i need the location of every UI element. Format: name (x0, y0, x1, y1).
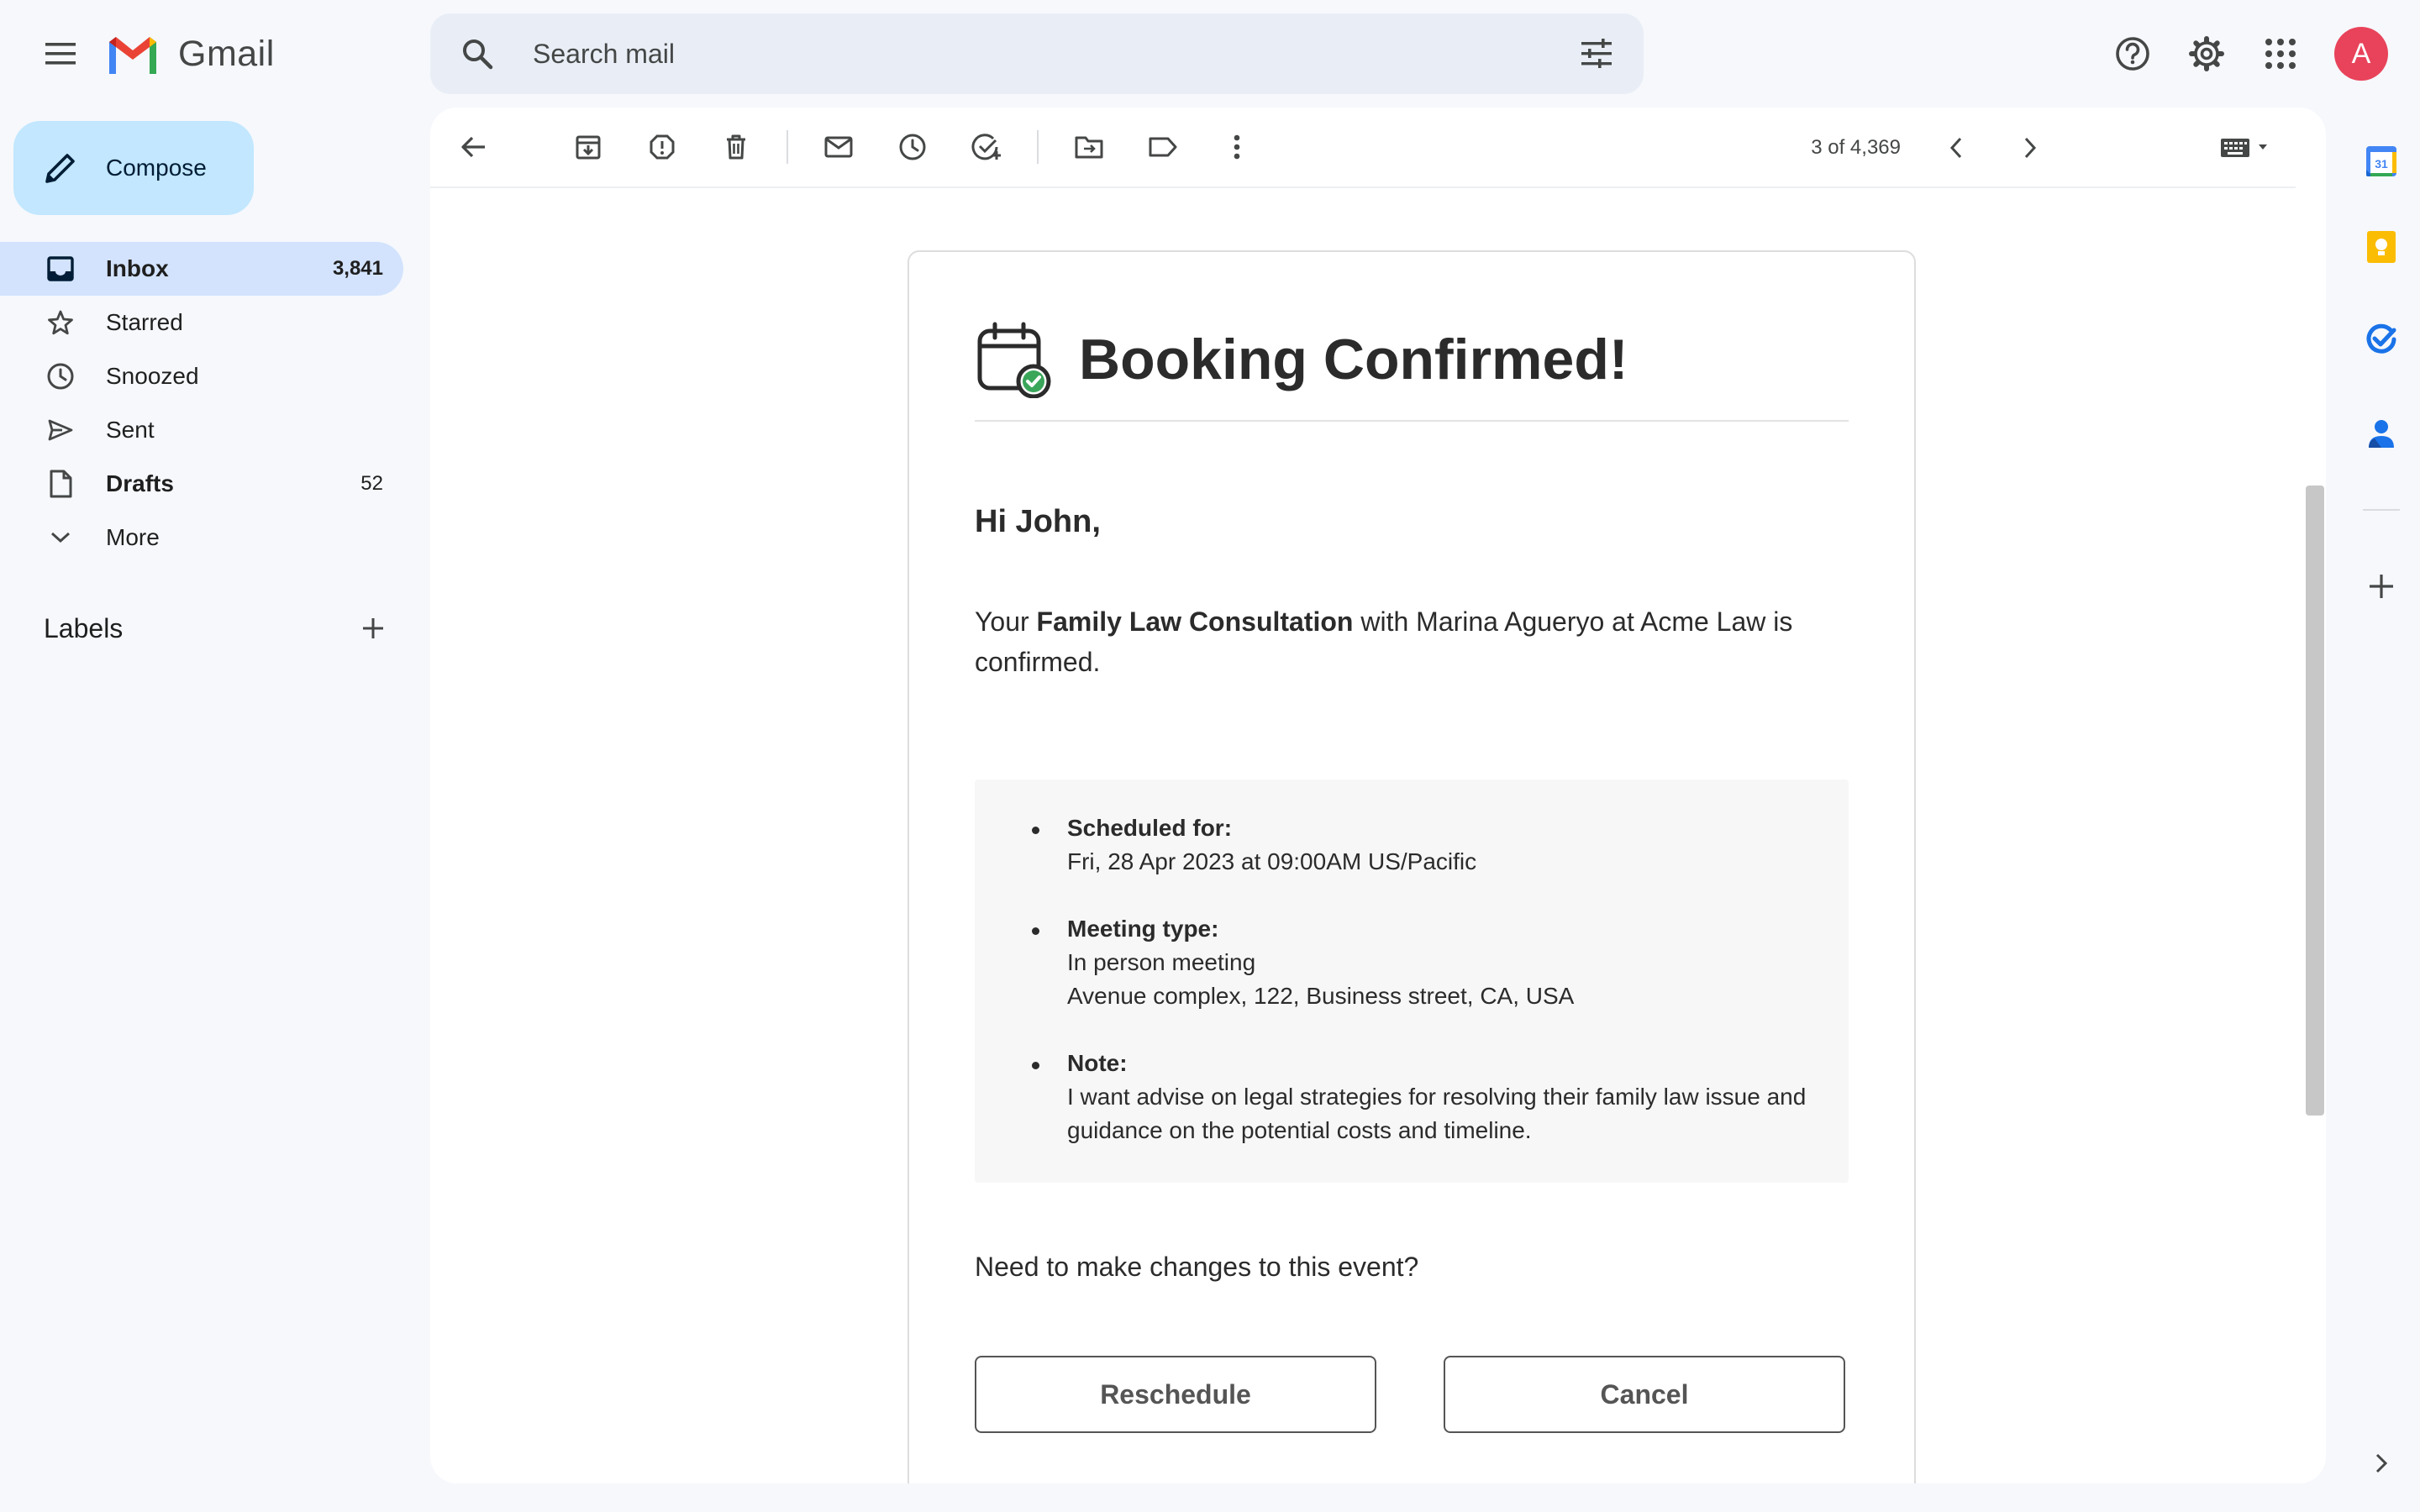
show-side-panel-chevron-icon[interactable] (2354, 1436, 2408, 1490)
move-to-folder-icon[interactable] (1059, 117, 1119, 177)
sidebar-item-label: Drafts (106, 470, 174, 496)
email-header: Booking Confirmed! (975, 318, 1849, 422)
detail-scheduled: Scheduled for: Fri, 28 Apr 2023 at 09:00… (1032, 811, 1849, 879)
reschedule-button[interactable]: Reschedule (975, 1356, 1376, 1433)
compose-label: Compose (106, 155, 207, 181)
service-name: Family Law Consultation (1036, 606, 1354, 637)
chevron-right-icon[interactable] (2000, 118, 2060, 178)
gmail-m-icon (109, 37, 156, 74)
delete-trash-icon[interactable] (706, 117, 766, 177)
mark-unread-mail-icon[interactable] (808, 117, 869, 177)
changes-prompt: Need to make changes to this event? (975, 1252, 1419, 1282)
account-avatar[interactable]: A (2334, 27, 2388, 81)
detail-title: Scheduled for: (1067, 815, 1233, 841)
labels-section-header: Labels (44, 603, 397, 654)
inbox-icon (45, 254, 76, 284)
sidebar-item-inbox[interactable]: Inbox 3,841 (0, 242, 403, 296)
google-calendar-icon[interactable]: 31 (2354, 134, 2408, 188)
star-icon (45, 307, 76, 338)
help-icon[interactable] (2099, 20, 2166, 87)
detail-line: Avenue complex, 122, Business street, CA… (1067, 983, 1575, 1009)
add-label-icon[interactable] (350, 605, 397, 652)
calendar-check-icon (977, 322, 1051, 398)
gmail-window: Gmail A (0, 0, 2420, 1512)
toolbar-divider (786, 130, 788, 164)
settings-gear-icon[interactable] (2173, 20, 2240, 87)
intro-prefix: Your (975, 606, 1037, 637)
side-panel-divider (2363, 509, 2400, 511)
google-tasks-icon[interactable] (2354, 312, 2408, 366)
email-greeting: Hi John, (975, 504, 1101, 539)
email-title: Booking Confirmed! (1079, 328, 1628, 391)
google-contacts-icon[interactable] (2354, 407, 2408, 460)
keyboard-icon (2221, 139, 2249, 157)
detail-meeting-type: Meeting type: In person meeting Avenue c… (1032, 912, 1849, 1013)
detail-title: Note: (1067, 1050, 1128, 1076)
clock-icon (45, 361, 76, 391)
sidebar-item-label: Sent (106, 417, 155, 443)
pagination: 3 of 4,369 (1811, 108, 2074, 188)
label-tag-icon[interactable] (1133, 117, 1193, 177)
pagination-text: 3 of 4,369 (1811, 136, 1901, 159)
side-panel: 31 (2343, 108, 2420, 1512)
compose-button[interactable]: Compose (13, 121, 254, 215)
sidebar-nav: Inbox 3,841 Starred Snoozed Sent Drafts … (0, 242, 403, 564)
detail-line: I want advise on legal strategies for re… (1067, 1084, 1807, 1143)
back-arrow-icon[interactable] (444, 117, 504, 177)
sidebar-item-more[interactable]: More (0, 511, 403, 564)
email-body-card: Booking Confirmed! Hi John, Your Family … (908, 250, 1916, 1483)
search-bar[interactable] (430, 13, 1644, 94)
draft-file-icon (45, 469, 76, 499)
top-right-actions: A (2099, 20, 2420, 87)
gmail-logo[interactable]: Gmail (106, 30, 275, 77)
message-view: 3 of 4,369 Booking Confirmed! Hi John, Y… (430, 108, 2326, 1483)
google-keep-icon[interactable] (2354, 220, 2408, 274)
drafts-count: 52 (360, 472, 383, 495)
add-to-tasks-icon[interactable] (956, 117, 1017, 177)
main-menu-icon[interactable] (30, 24, 91, 84)
sidebar-item-label: Starred (106, 309, 183, 335)
detail-line: In person meeting (1067, 949, 1256, 975)
input-tools-toggle[interactable] (2220, 118, 2275, 178)
toolbar-divider (1037, 130, 1039, 164)
labels-title: Labels (44, 612, 124, 643)
sidebar-item-drafts[interactable]: Drafts 52 (0, 457, 403, 511)
caret-down-icon (2259, 144, 2267, 150)
email-intro: Your Family Law Consultation with Marina… (975, 601, 1849, 682)
scrollbar-thumb[interactable] (2306, 486, 2324, 1116)
booking-details: Scheduled for: Fri, 28 Apr 2023 at 09:00… (975, 780, 1849, 1183)
detail-title: Meeting type: (1067, 916, 1219, 942)
chevron-down-icon (45, 522, 76, 553)
detail-note: Note: I want advise on legal strategies … (1032, 1047, 1849, 1147)
search-options-icon[interactable] (1556, 13, 1637, 94)
detail-line: Fri, 28 Apr 2023 at 09:00AM US/Pacific (1067, 848, 1477, 874)
pencil-icon (45, 154, 75, 183)
sidebar-item-snoozed[interactable]: Snoozed (0, 349, 403, 403)
more-options-icon[interactable] (1207, 117, 1267, 177)
app-name: Gmail (178, 33, 275, 74)
send-icon (45, 415, 76, 445)
cancel-button[interactable]: Cancel (1444, 1356, 1845, 1433)
search-icon[interactable] (437, 13, 518, 94)
sidebar-item-label: Inbox (106, 255, 169, 281)
sidebar-item-label: Snoozed (106, 363, 199, 389)
unread-count: 3,841 (332, 257, 383, 280)
chevron-left-icon[interactable] (1926, 118, 1986, 178)
report-spam-icon[interactable] (632, 117, 692, 177)
top-bar: Gmail A (0, 0, 2420, 108)
archive-icon[interactable] (558, 117, 618, 177)
sidebar-item-label: More (106, 524, 160, 550)
calendar-day: 31 (2375, 157, 2388, 171)
get-addons-plus-icon[interactable] (2354, 559, 2408, 613)
snooze-clock-icon[interactable] (882, 117, 943, 177)
google-apps-icon[interactable] (2247, 20, 2314, 87)
search-input[interactable] (518, 13, 1556, 94)
sidebar-item-sent[interactable]: Sent (0, 403, 403, 457)
sidebar-item-starred[interactable]: Starred (0, 296, 403, 349)
